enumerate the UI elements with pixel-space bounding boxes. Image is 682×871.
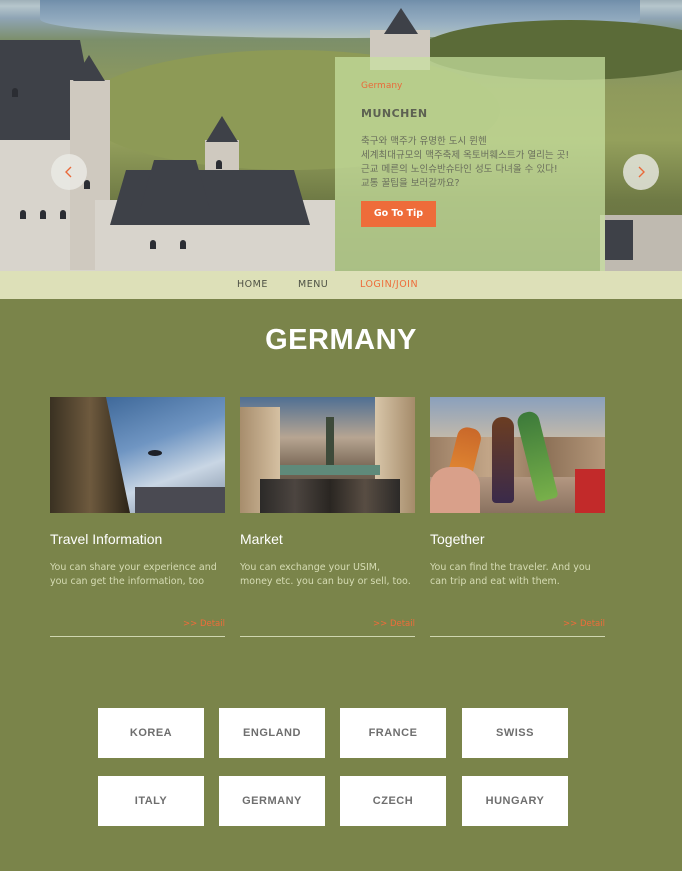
crowd-shape xyxy=(260,479,400,513)
castle-window xyxy=(84,180,90,189)
card-photo xyxy=(430,397,605,513)
card-market: Market You can exchange your USIM, money… xyxy=(240,397,415,637)
card-divider xyxy=(50,636,225,637)
castle-roof xyxy=(605,220,633,260)
card-photo xyxy=(50,397,225,513)
castle-spire xyxy=(384,8,418,34)
castle-window xyxy=(12,88,18,97)
castle-roof xyxy=(140,160,210,210)
bottle-shape xyxy=(492,417,514,503)
country-button-czech[interactable]: CZECH xyxy=(340,776,446,826)
nav-menu[interactable]: MENU xyxy=(298,271,328,299)
chevron-left-icon xyxy=(65,166,72,178)
hero-country: Germany xyxy=(361,81,403,91)
building-shape xyxy=(50,397,130,513)
prev-slide-button[interactable] xyxy=(51,154,87,190)
castle-spire xyxy=(206,116,238,142)
next-slide-button[interactable] xyxy=(623,154,659,190)
castle-window xyxy=(60,210,66,219)
hand-shape xyxy=(430,467,480,513)
castle-window xyxy=(180,240,186,249)
hero-info-card: Germany MUNCHEN 축구와 맥주가 유명한 도시 뮌헨 세계최대규모… xyxy=(335,57,605,271)
bird-shape xyxy=(148,450,162,456)
country-button-swiss[interactable]: SWISS xyxy=(462,708,568,758)
country-button-hungary[interactable]: HUNGARY xyxy=(462,776,568,826)
sleeve-shape xyxy=(575,469,605,513)
top-nav: HOME MENU LOGIN/JOIN xyxy=(0,271,682,299)
market-awning-shape xyxy=(280,465,380,475)
card-photo xyxy=(240,397,415,513)
hero-city: MUNCHEN xyxy=(361,107,428,120)
card-detail-link[interactable]: >> Detail xyxy=(373,619,415,629)
card-divider xyxy=(240,636,415,637)
castle-window xyxy=(20,210,26,219)
card-title: Market xyxy=(240,531,283,547)
castle-roof xyxy=(110,170,310,225)
country-button-italy[interactable]: ITALY xyxy=(98,776,204,826)
nav-login-join[interactable]: LOGIN/JOIN xyxy=(360,271,418,299)
go-to-tip-button[interactable]: Go To Tip xyxy=(361,201,436,227)
card-detail-link[interactable]: >> Detail xyxy=(183,619,225,629)
card-title: Travel Information xyxy=(50,531,163,547)
castle-window xyxy=(150,240,156,249)
country-button-france[interactable]: FRANCE xyxy=(340,708,446,758)
chevron-right-icon xyxy=(638,166,645,178)
hero-description: 축구와 맥주가 유명한 도시 뮌헨 세계최대규모의 맥주축제 옥토버훼스트가 열… xyxy=(361,136,570,189)
card-divider xyxy=(430,636,605,637)
country-button-england[interactable]: ENGLAND xyxy=(219,708,325,758)
rooftops-shape xyxy=(135,487,225,513)
hero-banner: Germany MUNCHEN 축구와 맥주가 유명한 도시 뮌헨 세계최대규모… xyxy=(0,0,682,271)
card-description: You can share your experience and you ca… xyxy=(50,562,217,587)
country-button-korea[interactable]: KOREA xyxy=(98,708,204,758)
card-travel-information: Travel Information You can share your ex… xyxy=(50,397,225,637)
country-button-germany[interactable]: GERMANY xyxy=(219,776,325,826)
castle-window xyxy=(40,210,46,219)
section-title: GERMANY xyxy=(265,324,417,356)
castle-spire xyxy=(73,55,105,81)
nav-home[interactable]: HOME xyxy=(237,271,268,299)
card-detail-link[interactable]: >> Detail xyxy=(563,619,605,629)
card-description: You can exchange your USIM, money etc. y… xyxy=(240,562,411,587)
card-together: Together You can find the traveler. And … xyxy=(430,397,605,637)
card-description: You can find the traveler. And you can t… xyxy=(430,562,591,587)
church-tower-shape xyxy=(326,417,334,467)
card-title: Together xyxy=(430,531,485,547)
castle-window xyxy=(216,160,222,169)
